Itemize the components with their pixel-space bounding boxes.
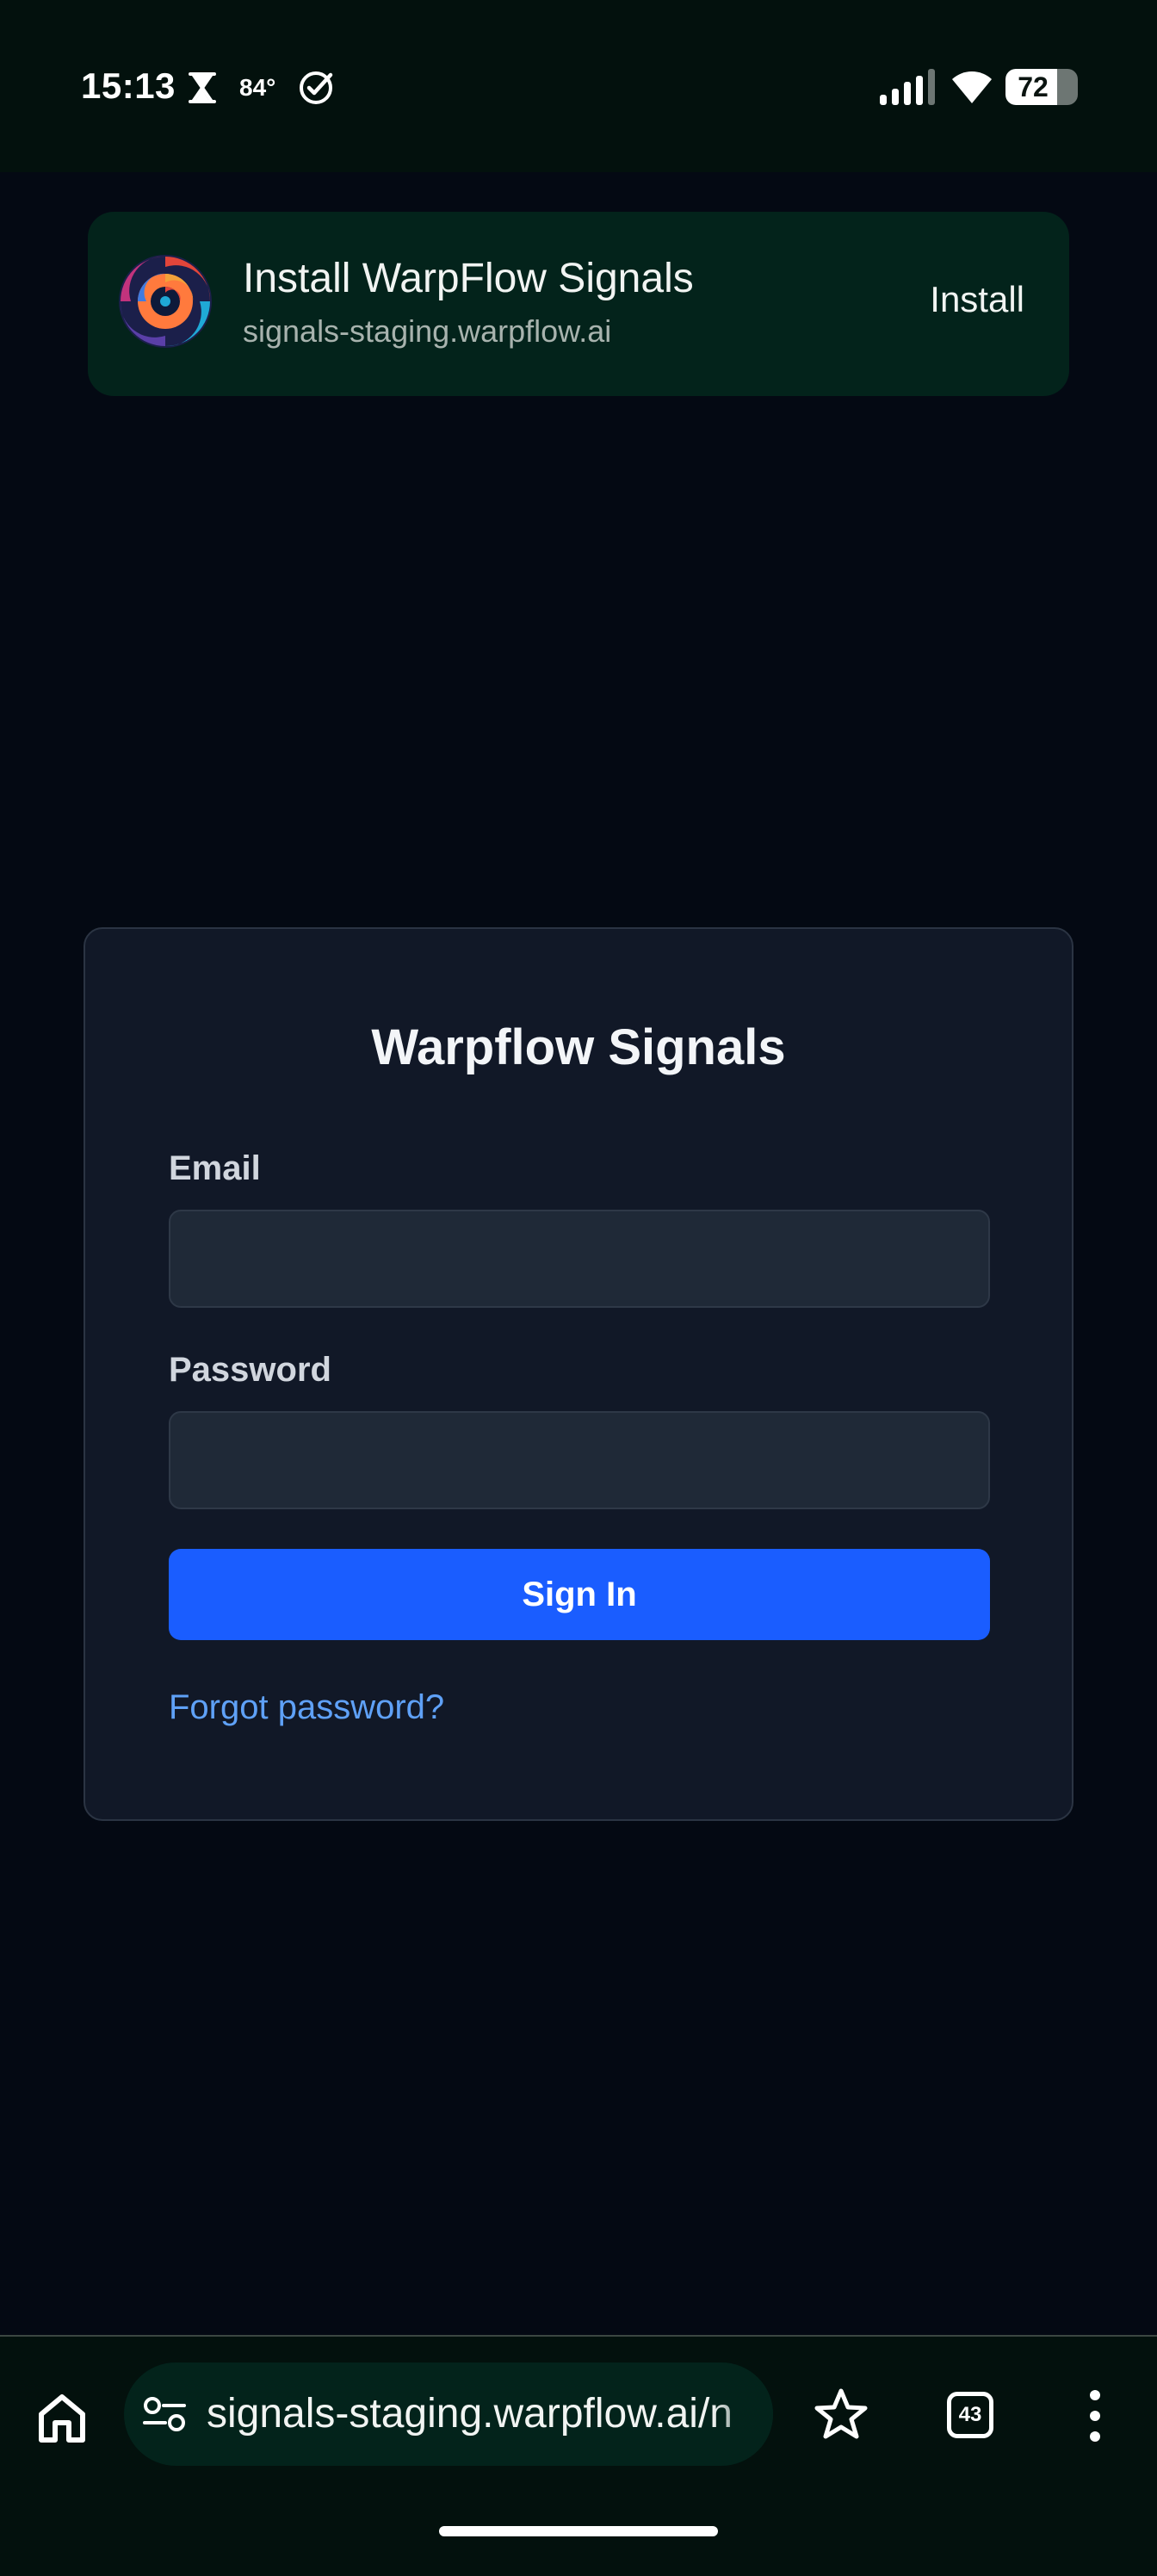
login-card: Warpflow Signals Email Password Sign In … bbox=[84, 927, 1073, 1821]
hourglass-icon bbox=[189, 72, 216, 103]
install-button[interactable]: Install bbox=[930, 279, 1024, 320]
email-label: Email bbox=[169, 1149, 261, 1187]
banner-title: Install WarpFlow Signals bbox=[243, 256, 694, 301]
url-fade bbox=[713, 2362, 773, 2466]
battery-level: 72 bbox=[1018, 71, 1049, 102]
status-time: 15:13 bbox=[81, 65, 176, 106]
browser-toolbar: signals-staging.warpflow.ai/n 43 bbox=[0, 2335, 1157, 2576]
status-bar: 15:13 84° 72 bbox=[0, 0, 1157, 172]
warpflow-logo-icon bbox=[119, 255, 212, 348]
battery-icon: 72 bbox=[1005, 69, 1078, 105]
tab-switcher-button[interactable]: 43 bbox=[947, 2392, 993, 2438]
banner-url: signals-staging.warpflow.ai bbox=[243, 313, 612, 349]
password-field[interactable] bbox=[169, 1411, 990, 1509]
battery-tip bbox=[1071, 78, 1076, 96]
home-icon[interactable] bbox=[34, 2390, 90, 2445]
signal-icon bbox=[880, 69, 935, 105]
site-settings-icon[interactable] bbox=[143, 2395, 186, 2433]
star-icon[interactable] bbox=[813, 2387, 869, 2443]
forgot-password-link[interactable]: Forgot password? bbox=[169, 1688, 444, 1727]
address-bar[interactable]: signals-staging.warpflow.ai/n bbox=[124, 2362, 773, 2466]
sign-in-button[interactable]: Sign In bbox=[169, 1549, 990, 1640]
gesture-navigation-bar[interactable] bbox=[439, 2526, 718, 2536]
install-banner[interactable]: Install WarpFlow Signals signals-staging… bbox=[88, 212, 1069, 396]
url-text[interactable]: signals-staging.warpflow.ai/n bbox=[207, 2390, 733, 2437]
email-field[interactable] bbox=[169, 1210, 990, 1308]
wifi-icon bbox=[952, 71, 992, 103]
more-menu-icon[interactable] bbox=[1083, 2388, 1107, 2443]
check-circle-icon bbox=[300, 71, 333, 104]
status-temperature: 84° bbox=[239, 74, 276, 101]
page-title: Warpflow Signals bbox=[371, 1019, 786, 1075]
password-label: Password bbox=[169, 1351, 331, 1389]
